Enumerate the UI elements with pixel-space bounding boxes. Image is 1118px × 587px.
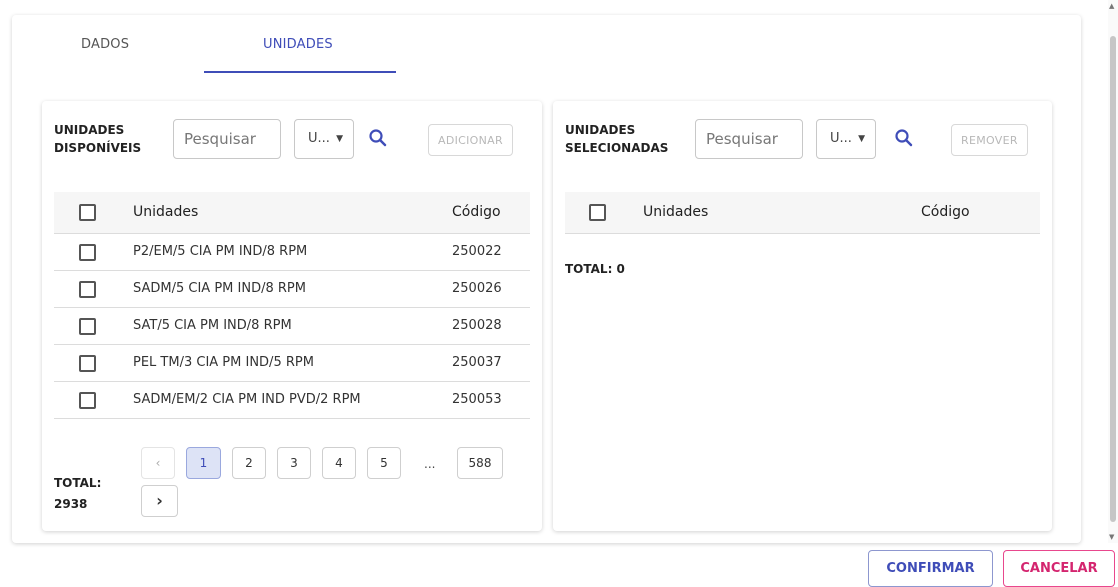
- unit-name: SADM/5 CIA PM IND/8 RPM: [133, 281, 306, 296]
- column-header-units: Unidades: [643, 204, 709, 220]
- available-search-input[interactable]: [173, 119, 281, 159]
- available-total: TOTAL: 2938: [54, 473, 101, 515]
- cancel-button[interactable]: CANCELAR: [1003, 550, 1115, 587]
- unit-code: 250028: [452, 318, 502, 333]
- row-checkbox[interactable]: [79, 392, 96, 409]
- select-all-checkbox[interactable]: [589, 204, 606, 221]
- table-row[interactable]: SADM/5 CIA PM IND/8 RPM 250026: [54, 271, 530, 308]
- row-checkbox[interactable]: [79, 355, 96, 372]
- selected-table-header: Unidades Código: [565, 192, 1040, 234]
- selected-search-input[interactable]: [695, 119, 803, 159]
- column-header-code: Código: [452, 204, 501, 220]
- total-label: TOTAL:: [54, 476, 102, 490]
- unit-name: PEL TM/3 CIA PM IND/5 RPM: [133, 355, 314, 370]
- units-dialog: DADOS UNIDADES UNIDADES DISPONÍVEIS U...…: [12, 15, 1081, 543]
- row-checkbox[interactable]: [79, 318, 96, 335]
- remove-button[interactable]: REMOVER: [951, 124, 1028, 156]
- selected-filter-value: U...: [830, 131, 852, 146]
- unit-code: 250026: [452, 281, 502, 296]
- unit-name: SADM/EM/2 CIA PM IND PVD/2 RPM: [133, 392, 361, 407]
- caret-down-icon: ▼: [858, 134, 865, 144]
- search-icon[interactable]: [368, 128, 388, 148]
- row-checkbox[interactable]: [79, 281, 96, 298]
- available-units-title: UNIDADES DISPONÍVEIS: [54, 123, 142, 155]
- unit-code: 250053: [452, 392, 502, 407]
- selected-total: TOTAL: 0: [565, 262, 625, 276]
- unit-code: 250037: [452, 355, 502, 370]
- selected-units-panel: UNIDADES SELECIONADAS U... ▼ REMOVER Uni…: [553, 101, 1052, 531]
- prev-page-button[interactable]: ‹: [141, 447, 175, 479]
- tab-unidades[interactable]: UNIDADES: [263, 37, 333, 52]
- table-row[interactable]: SADM/EM/2 CIA PM IND PVD/2 RPM 250053: [54, 382, 530, 419]
- table-row[interactable]: PEL TM/3 CIA PM IND/5 RPM 250037: [54, 345, 530, 382]
- scrollbar[interactable]: ▲ ▼: [1108, 0, 1118, 543]
- page-button-3[interactable]: 3: [277, 447, 311, 479]
- scrollbar-thumb[interactable]: [1110, 36, 1116, 522]
- selected-filter-select[interactable]: U... ▼: [816, 119, 876, 159]
- confirm-button[interactable]: CONFIRMAR: [868, 550, 993, 587]
- available-filter-select[interactable]: U... ▼: [294, 119, 354, 159]
- page-button-5[interactable]: 5: [367, 447, 401, 479]
- available-table-header: Unidades Código: [54, 192, 530, 234]
- select-all-checkbox[interactable]: [79, 204, 96, 221]
- table-row[interactable]: P2/EM/5 CIA PM IND/8 RPM 250022: [54, 234, 530, 271]
- column-header-units: Unidades: [133, 204, 199, 220]
- pagination-ellipsis: ...: [424, 457, 436, 471]
- table-row[interactable]: SAT/5 CIA PM IND/8 RPM 250028: [54, 308, 530, 345]
- available-filter-value: U...: [308, 131, 330, 146]
- add-button[interactable]: ADICIONAR: [428, 124, 513, 156]
- unit-code: 250022: [452, 244, 502, 259]
- total-value: 2938: [54, 497, 88, 511]
- row-checkbox[interactable]: [79, 244, 96, 261]
- unit-name: SAT/5 CIA PM IND/8 RPM: [133, 318, 292, 333]
- active-tab-indicator: [204, 71, 396, 73]
- column-header-code: Código: [921, 204, 970, 220]
- page-button-last[interactable]: 588: [457, 447, 503, 479]
- selected-units-title: UNIDADES SELECIONADAS: [565, 123, 669, 155]
- scroll-up-icon[interactable]: ▲: [1109, 2, 1114, 10]
- unit-name: P2/EM/5 CIA PM IND/8 RPM: [133, 244, 308, 259]
- next-page-button[interactable]: ›: [141, 485, 178, 517]
- available-units-panel: UNIDADES DISPONÍVEIS U... ▼ ADICIONAR Un…: [42, 101, 542, 531]
- tab-dados[interactable]: DADOS: [81, 37, 129, 52]
- page-button-2[interactable]: 2: [232, 447, 266, 479]
- search-icon[interactable]: [894, 128, 914, 148]
- page-button-4[interactable]: 4: [322, 447, 356, 479]
- scroll-down-icon[interactable]: ▼: [1109, 533, 1114, 541]
- tab-bar: DADOS UNIDADES: [12, 15, 1081, 75]
- page-button-1[interactable]: 1: [186, 447, 221, 479]
- caret-down-icon: ▼: [336, 134, 343, 144]
